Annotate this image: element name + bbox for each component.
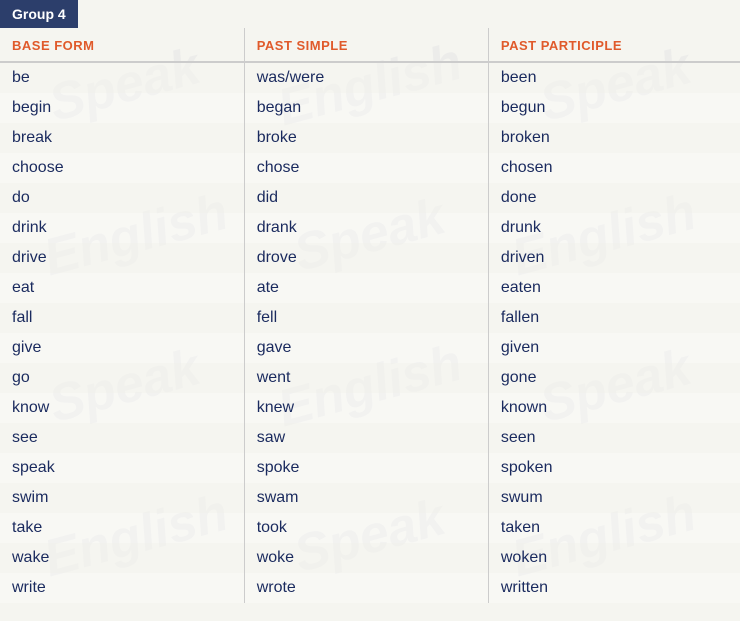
irregular-verbs-table: BASE FORM PAST SIMPLE PAST PARTICIPLE be… <box>0 28 740 603</box>
cell-past-participle: eaten <box>488 273 740 303</box>
cell-past-simple: saw <box>244 423 488 453</box>
cell-base-form: swim <box>0 483 244 513</box>
cell-past-simple: went <box>244 363 488 393</box>
cell-base-form: write <box>0 573 244 603</box>
cell-base-form: be <box>0 62 244 93</box>
table-row: breakbrokebroken <box>0 123 740 153</box>
cell-past-simple: was/were <box>244 62 488 93</box>
cell-past-simple: broke <box>244 123 488 153</box>
table-row: beginbeganbegun <box>0 93 740 123</box>
table-row: swimswamswum <box>0 483 740 513</box>
cell-base-form: drink <box>0 213 244 243</box>
cell-past-simple: drove <box>244 243 488 273</box>
cell-past-simple: swam <box>244 483 488 513</box>
table-row: bewas/werebeen <box>0 62 740 93</box>
cell-base-form: take <box>0 513 244 543</box>
cell-base-form: eat <box>0 273 244 303</box>
table-row: fallfellfallen <box>0 303 740 333</box>
column-header-participle: PAST PARTICIPLE <box>488 28 740 62</box>
table-row: givegavegiven <box>0 333 740 363</box>
cell-base-form: do <box>0 183 244 213</box>
table-row: writewrotewritten <box>0 573 740 603</box>
cell-past-participle: chosen <box>488 153 740 183</box>
cell-past-participle: taken <box>488 513 740 543</box>
cell-past-participle: spoken <box>488 453 740 483</box>
cell-past-simple: did <box>244 183 488 213</box>
cell-base-form: drive <box>0 243 244 273</box>
cell-past-simple: fell <box>244 303 488 333</box>
cell-past-simple: chose <box>244 153 488 183</box>
cell-past-participle: drunk <box>488 213 740 243</box>
table-row: speakspokespoken <box>0 453 740 483</box>
cell-past-participle: given <box>488 333 740 363</box>
cell-past-participle: done <box>488 183 740 213</box>
cell-past-participle: broken <box>488 123 740 153</box>
cell-past-simple: ate <box>244 273 488 303</box>
table-header-row: BASE FORM PAST SIMPLE PAST PARTICIPLE <box>0 28 740 62</box>
table-row: eatateeaten <box>0 273 740 303</box>
cell-base-form: break <box>0 123 244 153</box>
cell-past-participle: swum <box>488 483 740 513</box>
cell-base-form: give <box>0 333 244 363</box>
cell-base-form: see <box>0 423 244 453</box>
cell-past-participle: driven <box>488 243 740 273</box>
cell-past-simple: drank <box>244 213 488 243</box>
table-row: drivedrovedriven <box>0 243 740 273</box>
cell-past-participle: gone <box>488 363 740 393</box>
cell-past-participle: been <box>488 62 740 93</box>
cell-past-participle: known <box>488 393 740 423</box>
table-row: gowentgone <box>0 363 740 393</box>
group-header: Group 4 <box>0 0 78 28</box>
table-row: wakewokewoken <box>0 543 740 573</box>
table-row: drinkdrankdrunk <box>0 213 740 243</box>
cell-past-participle: begun <box>488 93 740 123</box>
cell-past-simple: knew <box>244 393 488 423</box>
cell-base-form: speak <box>0 453 244 483</box>
cell-past-simple: woke <box>244 543 488 573</box>
cell-base-form: know <box>0 393 244 423</box>
cell-base-form: choose <box>0 153 244 183</box>
table-row: dodiddone <box>0 183 740 213</box>
cell-past-participle: seen <box>488 423 740 453</box>
table-row: knowknewknown <box>0 393 740 423</box>
cell-past-simple: began <box>244 93 488 123</box>
cell-past-simple: took <box>244 513 488 543</box>
cell-base-form: go <box>0 363 244 393</box>
cell-base-form: wake <box>0 543 244 573</box>
table-row: choosechosechosen <box>0 153 740 183</box>
cell-base-form: fall <box>0 303 244 333</box>
table-row: seesawseen <box>0 423 740 453</box>
column-header-past: PAST SIMPLE <box>244 28 488 62</box>
cell-base-form: begin <box>0 93 244 123</box>
cell-past-participle: fallen <box>488 303 740 333</box>
cell-past-participle: written <box>488 573 740 603</box>
cell-past-simple: wrote <box>244 573 488 603</box>
table-row: taketooktaken <box>0 513 740 543</box>
cell-past-simple: spoke <box>244 453 488 483</box>
cell-past-participle: woken <box>488 543 740 573</box>
cell-past-simple: gave <box>244 333 488 363</box>
column-header-base: BASE FORM <box>0 28 244 62</box>
